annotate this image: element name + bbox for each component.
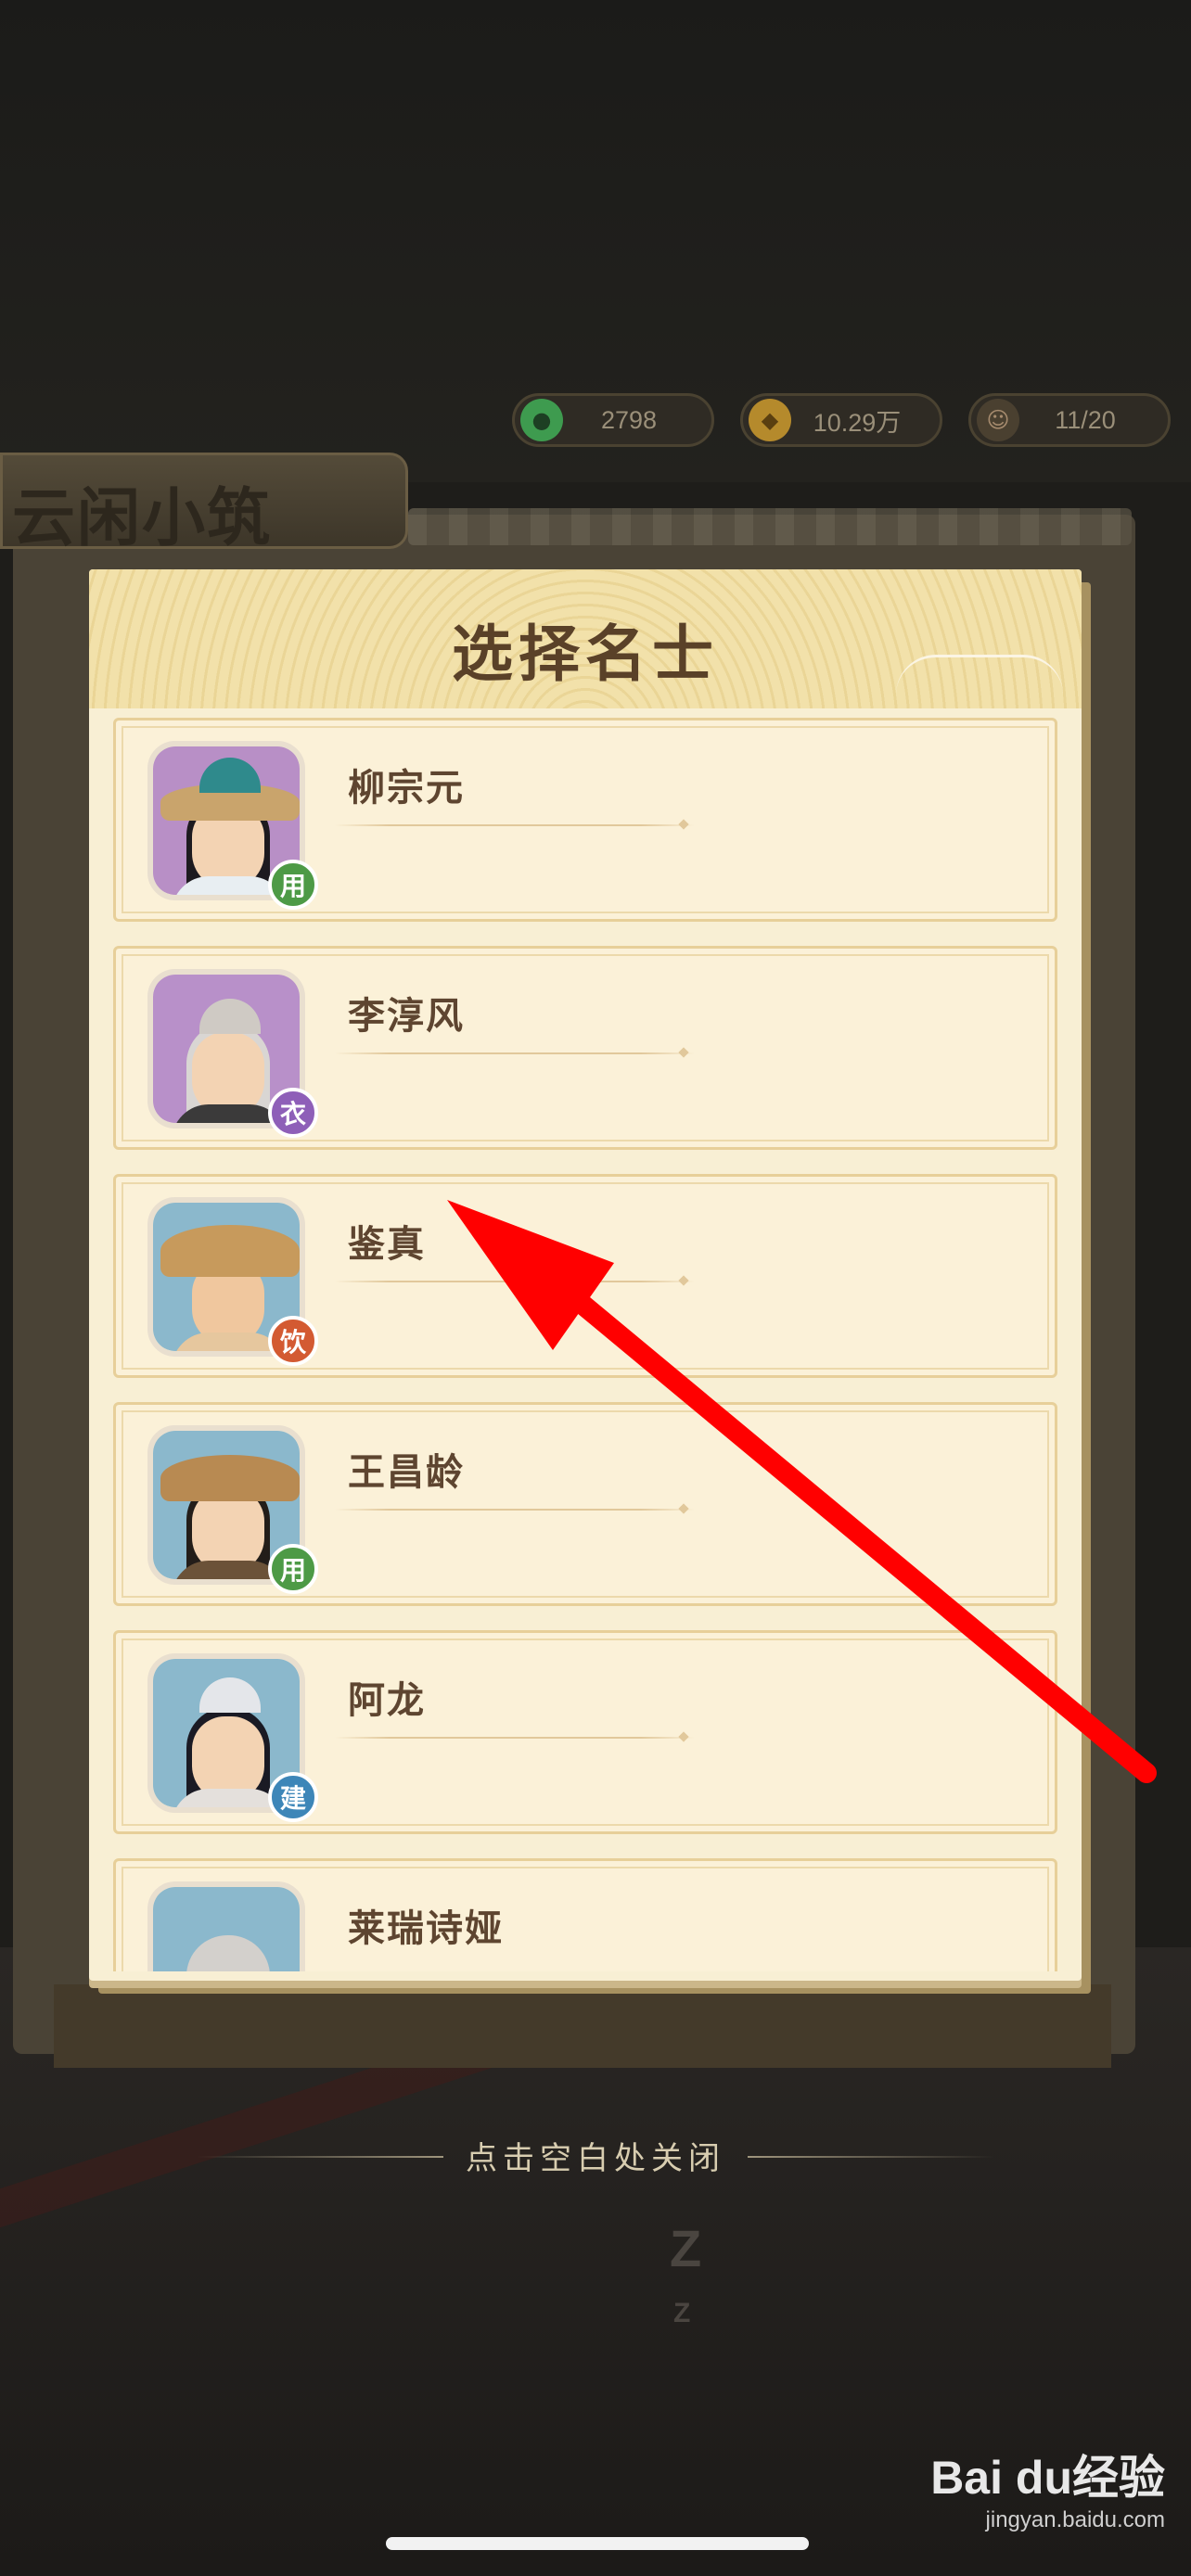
sleep-z-large: Z	[670, 2219, 702, 2277]
watermark-logo: Bai du经验	[930, 2452, 1165, 2504]
watermark-url: jingyan.baidu.com	[985, 2507, 1165, 2532]
home-indicator[interactable]	[386, 2537, 809, 2550]
close-hint[interactable]: 点击空白处关闭	[0, 2133, 1191, 2178]
watermark: Bai du经验 jingyan.baidu.com	[915, 2441, 1165, 2533]
annotation-arrow	[447, 1200, 1157, 1783]
sleep-z-small: Z	[673, 2298, 691, 2328]
